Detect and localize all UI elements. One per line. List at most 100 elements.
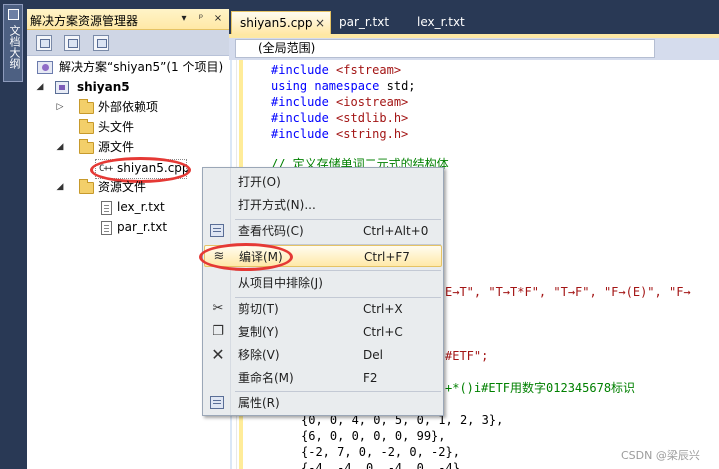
code-line: #include <fstream> (271, 62, 401, 78)
refresh-icon[interactable] (64, 35, 80, 51)
context-menu: 打开(O) 打开方式(N)... 查看代码(C) Ctrl+Alt+0 ≋ 编译… (202, 167, 444, 416)
code-line: {-2, 7, 0, -2, 0, -2}, (301, 445, 460, 459)
header-files-label: 头文件 (98, 120, 135, 134)
collapse-caret-icon[interactable]: ◢ (55, 138, 65, 157)
view-code-icon (210, 224, 224, 237)
code-line: {6, 0, 0, 0, 0, 99}, (301, 429, 446, 443)
menu-item-label: 重命名(M) (238, 371, 294, 385)
menu-item-label: 移除(V) (238, 348, 280, 362)
document-outline-tab[interactable]: 文档大纲 (3, 4, 23, 82)
code-string: #ETF"; (445, 349, 489, 363)
close-tab-icon[interactable]: × (315, 12, 325, 34)
code-line: {-4, -4, 0, -4, 0, -4} (301, 461, 460, 469)
menu-item-shortcut: Ctrl+C (363, 325, 403, 339)
scope-dropdown[interactable]: (全局范围) (235, 39, 655, 58)
collapse-caret-icon[interactable]: ◢ (35, 78, 45, 97)
tab-label: lex_r.txt (417, 15, 465, 29)
panel-dropdown-icon[interactable]: ▾ (177, 11, 191, 26)
menu-item-open[interactable]: 打开(O) (204, 171, 442, 193)
preprocessor-token: #include (271, 95, 329, 109)
folder-icon (79, 99, 94, 114)
code-line: #include <stdlib.h> (271, 110, 408, 126)
external-deps-label: 外部依赖项 (98, 100, 159, 114)
menu-item-view-code[interactable]: 查看代码(C) Ctrl+Alt+0 (204, 220, 442, 242)
collapse-caret-icon[interactable]: ◢ (55, 178, 65, 197)
copy-icon: ❐ (212, 324, 224, 339)
folder-icon (79, 119, 94, 134)
preprocessor-token: #include (271, 111, 329, 125)
scissors-icon: ✂ (212, 301, 224, 316)
solution-icon (37, 61, 53, 74)
tree-item-par-r[interactable]: par_r.txt (35, 218, 225, 237)
include-target: <string.h> (328, 127, 409, 141)
tree-item-lex-r[interactable]: lex_r.txt (35, 198, 225, 217)
tree-item-header-files[interactable]: 头文件 (35, 118, 225, 137)
tab-par-r-txt[interactable]: par_r.txt (331, 11, 409, 34)
menu-item-label: 打开(O) (238, 175, 281, 189)
code-comment: +*()i#ETF用数字012345678标识 (445, 381, 636, 395)
resource-file-label: par_r.txt (117, 220, 168, 234)
properties-toolbar-icon[interactable] (93, 35, 109, 51)
keyword-token: namespace (314, 79, 380, 93)
tree-item-resource-files[interactable]: ◢ 资源文件 (35, 178, 225, 197)
keyword-token: using (271, 79, 308, 93)
source-files-label: 源文件 (98, 140, 135, 154)
menu-item-label: 属性(R) (238, 396, 280, 410)
solution-label: 解决方案“shiyan5”(1 个项目) (59, 60, 224, 74)
tab-lex-r-txt[interactable]: lex_r.txt (409, 11, 489, 34)
text-file-icon (101, 201, 112, 215)
menu-item-copy[interactable]: ❐ 复制(Y) Ctrl+C (204, 321, 442, 343)
resource-files-label: 资源文件 (98, 180, 147, 194)
editor-tab-strip: shiyan5.cpp × par_r.txt lex_r.txt (229, 9, 719, 34)
menu-item-open-with[interactable]: 打开方式(N)... (204, 194, 442, 216)
menu-item-properties[interactable]: 属性(R) (204, 392, 442, 414)
watermark: CSDN @梁辰兴 (621, 449, 700, 462)
pin-icon[interactable]: ᵖ (194, 11, 208, 26)
menu-item-exclude[interactable]: 从项目中排除(J) (204, 272, 442, 294)
expand-caret-icon[interactable]: ▷ (55, 98, 65, 117)
project-icon (55, 81, 69, 94)
text-file-icon (101, 221, 112, 235)
solution-explorer-titlebar: 解决方案资源管理器 ▾ ᵖ × (27, 9, 229, 30)
close-panel-icon[interactable]: × (211, 11, 225, 26)
menu-item-shortcut: Ctrl+Alt+0 (363, 224, 429, 238)
resource-file-label: lex_r.txt (117, 200, 165, 214)
menu-item-shortcut: Ctrl+X (363, 302, 403, 316)
tree-item-project[interactable]: ◢ shiyan5 (35, 78, 225, 97)
editor-navigation-bar: (全局范围) (229, 34, 719, 60)
side-tab-strip: 文档大纲 (0, 0, 26, 469)
annotation-circle (199, 243, 293, 271)
menu-item-label: 剪切(T) (238, 302, 279, 316)
remove-icon: ✕ (211, 345, 225, 364)
menu-item-shortcut: Del (363, 348, 383, 362)
properties-icon (210, 396, 224, 409)
include-target: <stdlib.h> (328, 111, 409, 125)
menu-item-label: 查看代码(C) (238, 224, 304, 238)
show-all-files-icon[interactable] (36, 35, 52, 51)
open-folder-icon (79, 179, 94, 194)
code-string: E→T", "T→T*F", "T→F", "F→(E)", "F→ (445, 285, 691, 299)
code-line: #include <iostream> (271, 94, 408, 110)
code-line: using namespace std; (271, 78, 416, 94)
solution-explorer-toolbar (27, 30, 229, 56)
tree-item-source-files[interactable]: ◢ 源文件 (35, 138, 225, 157)
menu-item-remove[interactable]: ✕ 移除(V) Del (204, 344, 442, 366)
menu-item-label: 复制(Y) (238, 325, 279, 339)
code-text: std; (379, 79, 416, 93)
preprocessor-token: #include (271, 63, 329, 77)
menu-item-rename[interactable]: 重命名(M) F2 (204, 367, 442, 389)
tree-item-solution[interactable]: 解决方案“shiyan5”(1 个项目) (35, 58, 225, 77)
document-outline-label: 文档大纲 (8, 25, 21, 69)
solution-explorer-panel: 解决方案资源管理器 ▾ ᵖ × 解决方案“shiyan5”(1 个项目) ◢ s… (27, 9, 229, 469)
menu-item-cut[interactable]: ✂ 剪切(T) Ctrl+X (204, 298, 442, 320)
tree-item-external-deps[interactable]: ▷ 外部依赖项 (35, 98, 225, 117)
code-line: #include <string.h> (271, 126, 408, 142)
menu-item-label: 从项目中排除(J) (238, 276, 323, 290)
open-folder-icon (79, 139, 94, 154)
include-target: <fstream> (328, 63, 402, 77)
menu-item-shortcut: Ctrl+F7 (364, 250, 410, 264)
include-target: <iostream> (328, 95, 409, 109)
tab-shiyan5-cpp[interactable]: shiyan5.cpp × (231, 11, 331, 34)
project-label: shiyan5 (77, 80, 130, 94)
menu-item-label: 打开方式(N)... (238, 198, 316, 212)
